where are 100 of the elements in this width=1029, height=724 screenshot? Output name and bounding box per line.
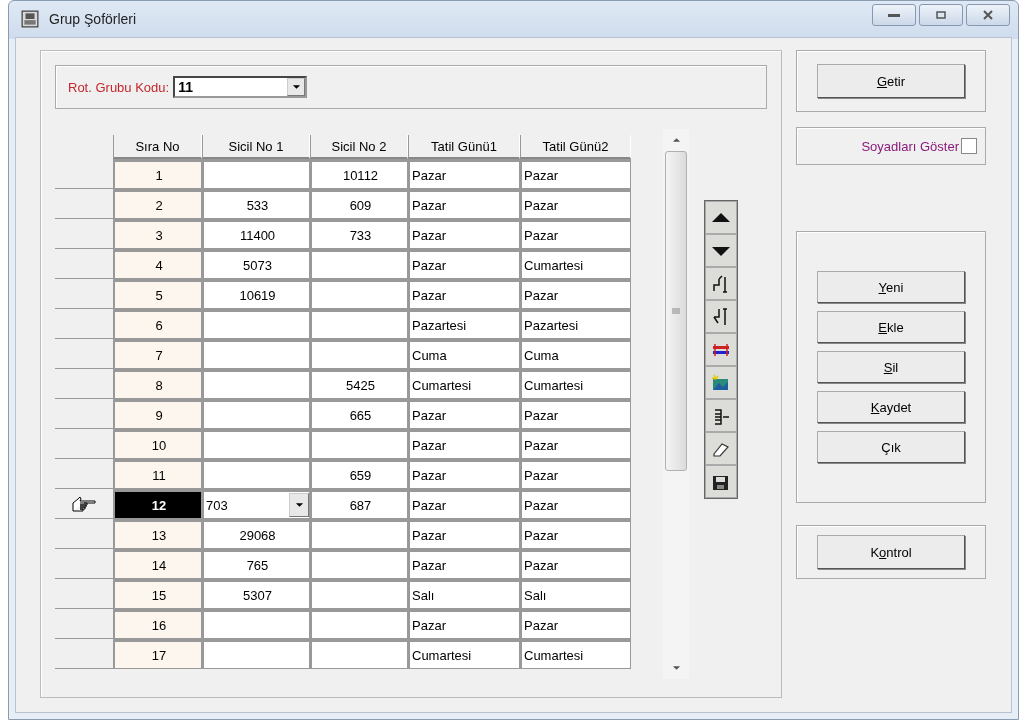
table-cell: Cumartesi: [408, 639, 520, 669]
table-cell: 8: [113, 369, 202, 399]
table-cell: 5: [113, 279, 202, 309]
table-cell: Pazar: [520, 159, 631, 189]
table-cell: 1: [113, 159, 202, 189]
table-cell: Pazar: [408, 159, 520, 189]
table-cell: Pazar: [520, 219, 631, 249]
table-cell: Pazar: [408, 489, 520, 519]
table-cell: 14: [113, 549, 202, 579]
action-button[interactable]: Kaydet: [817, 391, 965, 423]
toolbar-button[interactable]: [705, 432, 737, 465]
action-button[interactable]: Yeni: [817, 271, 965, 303]
table-cell: 3: [113, 219, 202, 249]
table-cell: Pazar: [520, 609, 631, 639]
table-cell: 5073: [202, 249, 310, 279]
scroll-down-icon[interactable]: [671, 665, 681, 671]
table-cell: Pazar: [408, 219, 520, 249]
table-cell: 10: [113, 429, 202, 459]
table-cell: Pazar: [520, 429, 631, 459]
table-cell: Pazar: [520, 399, 631, 429]
table-cell: Pazar: [408, 459, 520, 489]
column-header[interactable]: Sicil No 1: [202, 135, 310, 159]
table-cell: 609: [310, 189, 408, 219]
table-cell: 7: [113, 339, 202, 369]
table-cell: Pazar: [408, 279, 520, 309]
checkbox-label: Soyadları Göster: [861, 138, 959, 154]
surname-checkbox[interactable]: [961, 138, 977, 154]
fetch-button[interactable]: Getir: [817, 64, 965, 98]
table-cell: 10619: [202, 279, 310, 309]
table-cell: 765: [202, 549, 310, 579]
table-cell: Pazartesi: [520, 309, 631, 339]
table-cell: Pazar: [408, 399, 520, 429]
table-cell: Salı: [520, 579, 631, 609]
column-header[interactable]: Sicil No 2: [310, 135, 408, 159]
toolbar-button[interactable]: [705, 300, 737, 333]
table-cell: Pazar: [520, 459, 631, 489]
action-button[interactable]: Çık: [817, 431, 965, 463]
table-cell: 11: [113, 459, 202, 489]
table-cell: Pazar: [408, 609, 520, 639]
minimize-button[interactable]: [872, 4, 916, 26]
table-cell: Pazar: [408, 249, 520, 279]
table-cell: 12: [113, 489, 202, 519]
table-cell: Pazar: [520, 489, 631, 519]
table-cell: Cumartesi: [520, 639, 631, 669]
cell-editor-combo[interactable]: 703: [202, 489, 310, 519]
table-cell: Cuma: [520, 339, 631, 369]
table-cell: Pazar: [408, 429, 520, 459]
table-cell: 9: [113, 399, 202, 429]
table-cell: 2: [113, 189, 202, 219]
column-header[interactable]: Tatil Günü2: [520, 135, 631, 159]
table-cell: 13: [113, 519, 202, 549]
table-cell: Pazar: [520, 189, 631, 219]
toolbar-button[interactable]: [705, 465, 737, 498]
action-button[interactable]: Sil: [817, 351, 965, 383]
caret-down-icon: [294, 502, 304, 508]
table-cell: Pazar: [520, 549, 631, 579]
vertical-scrollbar[interactable]: [663, 129, 689, 679]
maximize-button[interactable]: [919, 4, 963, 26]
table-cell: 5307: [202, 579, 310, 609]
action-button[interactable]: Ekle: [817, 311, 965, 343]
table-cell: Cumartesi: [408, 369, 520, 399]
table-cell: 17: [113, 639, 202, 669]
toolbar-button[interactable]: [705, 399, 737, 432]
column-header[interactable]: Tatil Günü1: [408, 135, 520, 159]
table-cell: 5425: [310, 369, 408, 399]
toolbar-button[interactable]: [705, 333, 737, 366]
table-cell: Salı: [408, 579, 520, 609]
table-cell: 6: [113, 309, 202, 339]
table-cell: 10112: [310, 159, 408, 189]
table-cell: 533: [202, 189, 310, 219]
table-cell: Cumartesi: [520, 249, 631, 279]
table-cell: 4: [113, 249, 202, 279]
close-button[interactable]: [966, 4, 1010, 26]
toolbar-button[interactable]: [705, 234, 737, 267]
table-cell: 11400: [202, 219, 310, 249]
group-code-combo[interactable]: 11: [173, 76, 308, 98]
scroll-up-icon[interactable]: [671, 137, 681, 143]
table-cell: Pazar: [520, 279, 631, 309]
table-cell: Pazar: [408, 519, 520, 549]
table-cell: 15: [113, 579, 202, 609]
check-button[interactable]: Kontrol: [817, 535, 965, 569]
toolbar-button[interactable]: [705, 201, 737, 234]
table-cell: Pazar: [408, 189, 520, 219]
table-cell: Cumartesi: [520, 369, 631, 399]
table-cell: 665: [310, 399, 408, 429]
filter-label: Rot. Grubu Kodu:: [68, 79, 170, 95]
grip-icon: [672, 308, 680, 314]
caret-down-icon: [291, 84, 301, 90]
table-cell: Cuma: [408, 339, 520, 369]
table-cell: Pazar: [520, 519, 631, 549]
table-cell: 733: [310, 219, 408, 249]
table-cell: 687: [310, 489, 408, 519]
toolbar-button[interactable]: [705, 267, 737, 300]
table-cell: Pazar: [408, 549, 520, 579]
column-header[interactable]: Sıra No: [113, 135, 202, 159]
table-cell: 659: [310, 459, 408, 489]
window-title: Grup Şoförleri: [49, 11, 138, 27]
table-cell: Pazartesi: [408, 309, 520, 339]
table-cell: 29068: [202, 519, 310, 549]
app-icon: [21, 10, 39, 28]
